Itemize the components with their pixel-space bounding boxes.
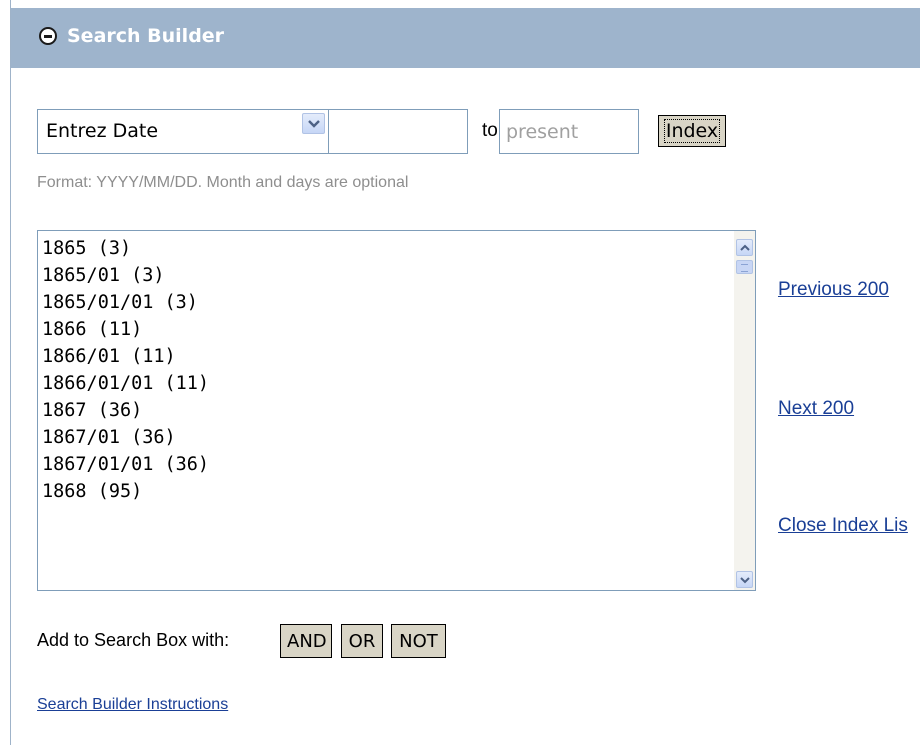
and-button[interactable]: AND <box>280 624 332 658</box>
list-item[interactable]: 1866 (11) <box>42 316 732 343</box>
list-item[interactable]: 1865/01 (3) <box>42 262 732 289</box>
field-select[interactable]: Entrez Date <box>37 109 329 154</box>
chevron-down-icon[interactable] <box>302 113 325 134</box>
search-builder-header: Search Builder <box>11 8 920 68</box>
list-item[interactable]: 1865/01/01 (3) <box>42 289 732 316</box>
not-button[interactable]: NOT <box>391 624 446 658</box>
to-label: to <box>482 120 498 141</box>
previous-200-link[interactable]: Previous 200 <box>778 279 889 301</box>
format-hint: Format: YYYY/MM/DD. Month and days are o… <box>37 174 409 191</box>
scroll-up-icon[interactable] <box>736 239 753 256</box>
index-list-items: 1865 (3) 1865/01 (3) 1865/01/01 (3) 1866… <box>42 235 732 505</box>
listbox-scrollbar[interactable] <box>734 231 755 590</box>
date-to-input[interactable] <box>499 109 639 154</box>
or-button[interactable]: OR <box>341 624 383 658</box>
list-item[interactable]: 1867/01 (36) <box>42 424 732 451</box>
index-button-label: Index <box>663 119 721 143</box>
list-item[interactable]: 1865 (3) <box>42 235 732 262</box>
next-200-link[interactable]: Next 200 <box>778 398 854 420</box>
collapse-minus-icon[interactable] <box>39 27 57 45</box>
field-select-value: Entrez Date <box>46 120 159 142</box>
list-item[interactable]: 1867/01/01 (36) <box>42 451 732 478</box>
index-button[interactable]: Index <box>658 115 726 147</box>
list-item[interactable]: 1866/01/01 (11) <box>42 370 732 397</box>
date-from-input[interactable] <box>328 109 468 154</box>
list-item[interactable]: 1867 (36) <box>42 397 732 424</box>
list-item[interactable]: 1866/01 (11) <box>42 343 732 370</box>
scroll-down-icon[interactable] <box>736 571 753 588</box>
scrollbar-thumb[interactable] <box>736 260 753 274</box>
add-to-search-label: Add to Search Box with: <box>37 630 230 650</box>
close-index-list-link[interactable]: Close Index Lis <box>778 515 908 537</box>
index-listbox[interactable]: 1865 (3) 1865/01 (3) 1865/01/01 (3) 1866… <box>37 230 756 591</box>
list-item[interactable]: 1868 (95) <box>42 478 732 505</box>
search-builder-instructions-link[interactable]: Search Builder Instructions <box>37 696 228 714</box>
search-builder-panel: Search Builder Entrez Date to Index Form… <box>10 0 920 745</box>
search-builder-title: Search Builder <box>67 25 225 47</box>
